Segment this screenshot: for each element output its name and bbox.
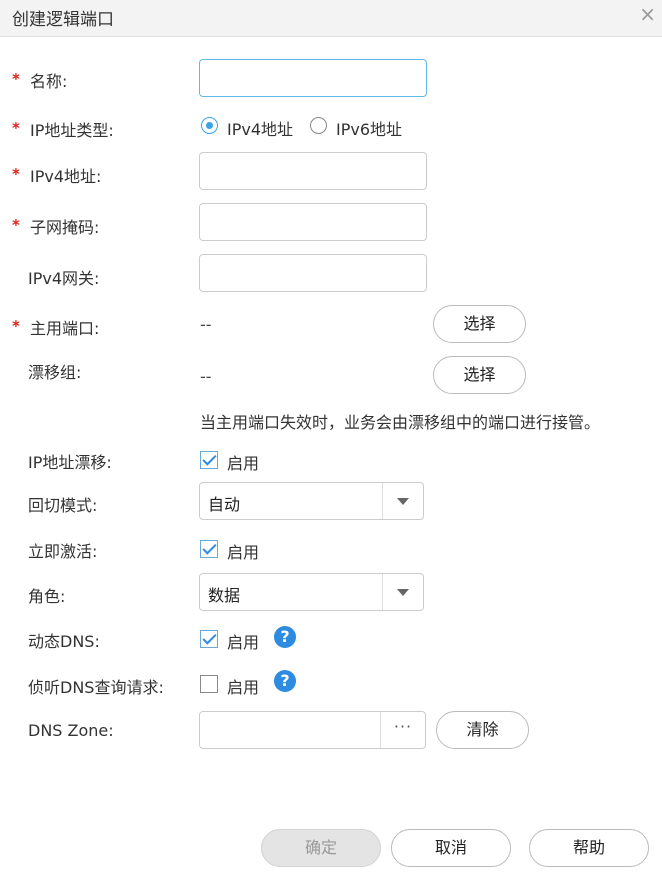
- failover-group-hint: 当主用端口失效时，业务会由漂移组中的端口进行接管。: [200, 413, 601, 432]
- dns-zone-clear-button[interactable]: 清除: [436, 711, 529, 749]
- dns-zone-label: DNS Zone:: [28, 721, 114, 740]
- dialog-title: 创建逻辑端口: [12, 10, 114, 30]
- help-button[interactable]: 帮助: [529, 829, 649, 867]
- dialog-titlebar: 创建逻辑端口 ×: [0, 0, 662, 37]
- required-mark: *: [12, 165, 20, 183]
- primary-port-label: 主用端口:: [30, 319, 100, 338]
- dns-zone-input[interactable]: ···: [199, 711, 426, 749]
- help-icon[interactable]: ?: [274, 626, 296, 648]
- role-select[interactable]: 数据: [199, 573, 424, 611]
- name-input[interactable]: [199, 59, 427, 97]
- ipv4-gateway-input[interactable]: [199, 254, 427, 292]
- name-label: 名称:: [30, 72, 68, 91]
- close-icon[interactable]: ×: [639, 3, 656, 25]
- chevron-down-icon[interactable]: [382, 483, 423, 519]
- required-mark: *: [12, 216, 20, 234]
- cancel-button[interactable]: 取消: [391, 829, 511, 867]
- ok-button[interactable]: 确定: [261, 829, 381, 867]
- failback-mode-value: 自动: [208, 495, 241, 514]
- dynamic-dns-checkbox[interactable]: [200, 630, 218, 648]
- ipv4-address-label: IPv4地址:: [30, 167, 102, 186]
- role-value: 数据: [208, 586, 241, 605]
- failback-mode-label: 回切模式:: [28, 496, 98, 515]
- ipv4-radio[interactable]: [201, 117, 218, 134]
- listen-dns-checkbox-label[interactable]: 启用: [227, 674, 259, 698]
- failback-mode-select[interactable]: 自动: [199, 482, 424, 520]
- failover-group-select-button[interactable]: 选择: [433, 356, 526, 394]
- ipv4-address-input[interactable]: [199, 152, 427, 190]
- ip-failover-checkbox-label[interactable]: 启用: [227, 450, 259, 474]
- ip-type-label: IP地址类型:: [30, 121, 114, 140]
- chevron-down-icon[interactable]: [382, 574, 423, 610]
- dynamic-dns-checkbox-label[interactable]: 启用: [227, 629, 259, 653]
- primary-port-value: --: [200, 315, 212, 334]
- ip-failover-label: IP地址漂移:: [28, 453, 112, 472]
- dynamic-dns-label: 动态DNS:: [28, 632, 100, 651]
- ip-failover-checkbox[interactable]: [200, 451, 218, 469]
- browse-icon[interactable]: ···: [380, 712, 425, 748]
- activate-now-checkbox-label[interactable]: 启用: [227, 539, 259, 563]
- ipv4-gateway-label: IPv4网关:: [28, 269, 100, 288]
- failover-group-label: 漂移组:: [28, 363, 82, 382]
- required-mark: *: [12, 119, 20, 137]
- required-mark: *: [12, 70, 20, 88]
- ipv4-radio-label[interactable]: IPv4地址: [227, 116, 293, 140]
- activate-now-label: 立即激活:: [28, 542, 98, 561]
- activate-now-checkbox[interactable]: [200, 540, 218, 558]
- failover-group-value: --: [200, 367, 212, 386]
- listen-dns-label: 侦听DNS查询请求:: [28, 678, 164, 697]
- required-mark: *: [12, 317, 20, 335]
- role-label: 角色:: [28, 587, 66, 606]
- help-icon[interactable]: ?: [274, 670, 296, 692]
- listen-dns-checkbox[interactable]: [200, 675, 218, 693]
- subnet-mask-label: 子网掩码:: [30, 218, 100, 237]
- ipv6-radio[interactable]: [310, 117, 327, 134]
- subnet-mask-input[interactable]: [199, 203, 427, 241]
- ipv6-radio-label[interactable]: IPv6地址: [336, 116, 402, 140]
- primary-port-select-button[interactable]: 选择: [433, 305, 526, 343]
